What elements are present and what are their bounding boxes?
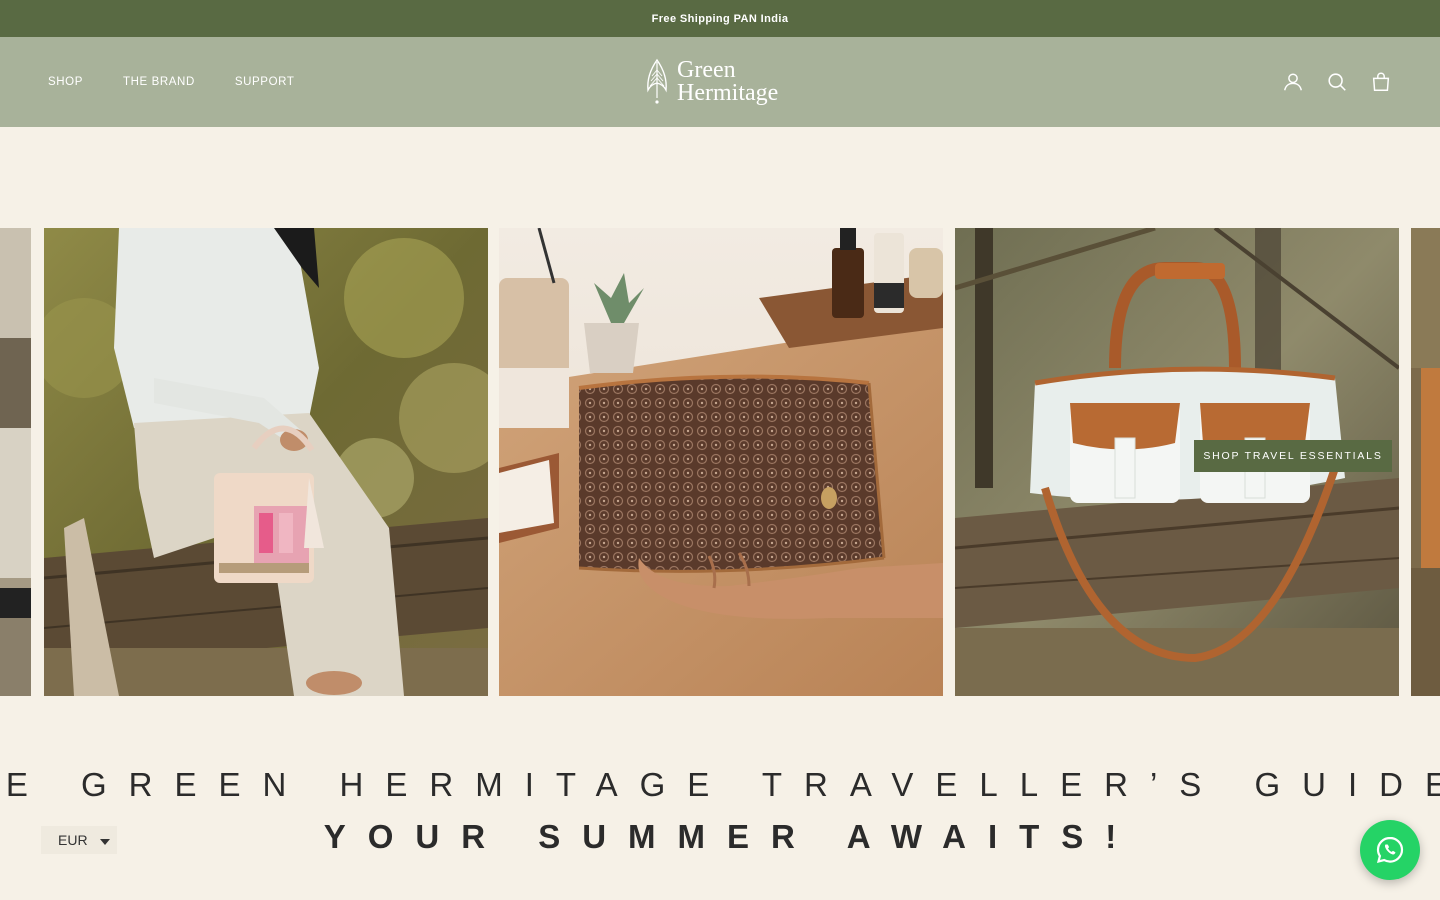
logo-wordmark: Green Hermitage <box>677 57 779 106</box>
site-header: SHOP THE BRAND SUPPORT Green Hermitage <box>0 37 1440 127</box>
headline-travellers-guide: HE GREEN HERMITAGE TRAVELLER’S GUIDE <box>0 766 1440 803</box>
logo-line2: Hermitage <box>677 80 779 106</box>
slide-image <box>499 228 943 696</box>
slide-toiletry-pouch[interactable] <box>499 228 943 696</box>
currency-selector[interactable]: EUR <box>41 826 117 854</box>
search-icon[interactable] <box>1326 71 1348 93</box>
account-icon[interactable] <box>1282 71 1304 93</box>
header-actions <box>1282 37 1392 127</box>
headline-summer-awaits: YOUR SUMMER AWAITS! <box>323 818 1139 855</box>
logo-line1: Green <box>677 57 736 83</box>
whatsapp-icon <box>1376 836 1404 864</box>
slide-partial-right[interactable] <box>1411 228 1440 696</box>
main-nav: SHOP THE BRAND SUPPORT <box>48 37 294 127</box>
currency-value: EUR <box>58 832 88 848</box>
chevron-down-icon <box>99 838 110 845</box>
nav-shop[interactable]: SHOP <box>48 76 83 88</box>
slide-woman-with-handbag[interactable] <box>44 228 488 696</box>
slide-image <box>0 228 31 696</box>
announcement-bar: Free Shipping PAN India <box>0 0 1440 37</box>
slide-image <box>44 228 488 696</box>
site-logo[interactable]: Green Hermitage <box>643 55 799 109</box>
leaf-logo-icon <box>647 58 667 104</box>
nav-the-brand[interactable]: THE BRAND <box>123 76 195 88</box>
cart-icon[interactable] <box>1370 71 1392 93</box>
slide-image <box>1411 228 1440 696</box>
nav-support[interactable]: SUPPORT <box>235 76 295 88</box>
announcement-text: Free Shipping PAN India <box>651 12 789 25</box>
whatsapp-chat-button[interactable] <box>1360 820 1420 880</box>
shop-travel-essentials-button[interactable]: SHOP TRAVEL ESSENTIALS <box>1194 440 1392 472</box>
slide-partial-left[interactable] <box>0 228 31 696</box>
